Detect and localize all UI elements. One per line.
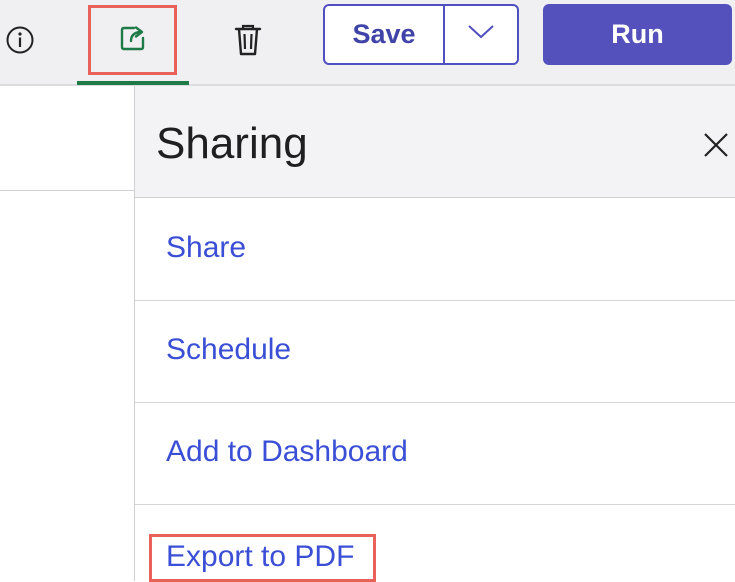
chevron-down-icon	[467, 24, 495, 45]
save-button[interactable]: Save	[325, 6, 445, 63]
active-tab-indicator	[77, 81, 189, 85]
trash-icon[interactable]	[226, 18, 270, 62]
share-button[interactable]	[88, 5, 177, 75]
menu-item-label: Export to PDF	[166, 540, 355, 573]
menu-item-schedule[interactable]: Schedule	[135, 301, 735, 403]
save-dropdown-button[interactable]	[445, 6, 517, 63]
info-circle-icon[interactable]	[0, 20, 40, 60]
menu-item-label: Share	[166, 231, 247, 264]
share-export-icon	[116, 21, 150, 60]
menu-item-export-to-pdf[interactable]: Export to PDF	[135, 505, 735, 582]
run-button[interactable]: Run	[543, 4, 732, 65]
toolbar: Save Run	[0, 0, 735, 86]
main-content-area	[0, 86, 134, 581]
menu-item-label: Add to Dashboard	[166, 435, 408, 468]
menu-item-share[interactable]: Share	[135, 199, 735, 301]
save-button-group: Save	[323, 4, 519, 65]
sharing-panel: Sharing Share Schedule Add to Dashboard …	[134, 86, 735, 582]
menu-item-add-to-dashboard[interactable]: Add to Dashboard	[135, 403, 735, 505]
divider	[0, 190, 134, 191]
close-icon[interactable]	[701, 130, 731, 160]
menu-item-label: Schedule	[166, 333, 292, 366]
panel-title: Sharing	[156, 119, 308, 168]
panel-header: Sharing	[135, 86, 735, 198]
